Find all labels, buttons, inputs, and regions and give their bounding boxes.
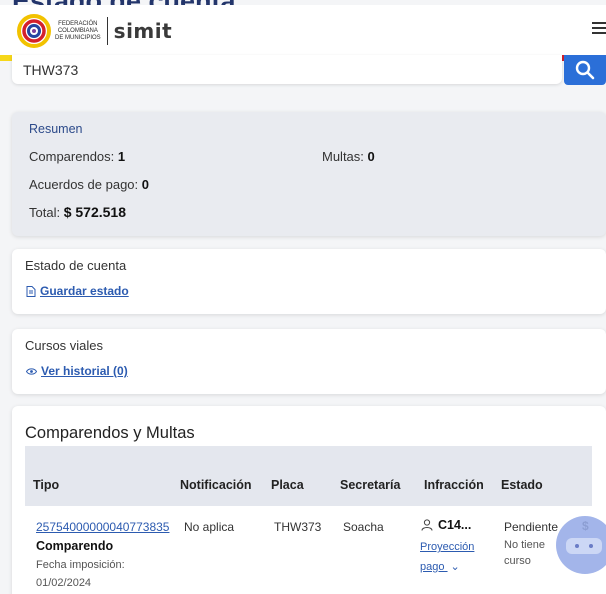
infraction-code[interactable]: C14... [421, 518, 471, 532]
search-button[interactable] [564, 55, 606, 85]
account-status-label: Estado de cuenta [25, 258, 127, 273]
plate-search-input[interactable] [12, 55, 562, 84]
logo-separator [106, 17, 108, 45]
view-history-link[interactable]: Ver historial (0) [26, 364, 128, 378]
plate-search-box [12, 55, 562, 84]
col-tipo: Tipo [33, 478, 60, 492]
course-status-1: No tiene [504, 539, 545, 551]
fines-table-title: Comparendos y Multas [25, 424, 195, 442]
table-header: Tipo Notificación Placa Secretaría Infra… [25, 446, 592, 506]
acuerdos-count: Acuerdos de pago: 0 [29, 177, 149, 192]
notification-status: No aplica [184, 520, 235, 534]
document-icon [26, 285, 36, 297]
account-status-card: Estado de cuenta Guardar estado [12, 249, 606, 314]
chat-assistant-button[interactable] [556, 516, 606, 574]
simit-brand: simit [113, 19, 173, 43]
col-estado: Estado [501, 478, 543, 492]
payment-projection-link-2[interactable]: pago ⌄ [420, 560, 460, 573]
summary-title: Resumen [29, 122, 83, 136]
fine-date-value: 01/02/2024 [36, 577, 92, 589]
fine-status: Pendiente [504, 520, 559, 534]
fine-date-label: Fecha imposición: [36, 559, 125, 571]
col-placa: Placa [271, 478, 304, 492]
fcm-logo-icon [17, 14, 51, 48]
save-status-link[interactable]: Guardar estado [26, 284, 129, 298]
fines-table-card: Comparendos y Multas Tipo Notificación P… [12, 406, 606, 594]
comparendos-count: Comparendos: 1 [29, 149, 126, 164]
total-amount: Total: $ 572.518 [29, 204, 126, 220]
eye-icon [26, 367, 37, 375]
summary-card: Resumen Comparendos: 1 Multas: 0 Acuerdo… [12, 112, 606, 236]
fcm-simit-logo[interactable]: FEDERACIÓN COLOMBIANA DE MUNICIPIOS simi… [17, 13, 172, 49]
secretaria-value: Soacha [343, 520, 384, 534]
chevron-down-icon: ⌄ [450, 561, 460, 573]
course-status-2: curso [504, 555, 531, 567]
fine-type: Comparendo [36, 539, 114, 553]
robot-icon [566, 538, 602, 554]
logo-org-name: FEDERACIÓN COLOMBIANA DE MUNICIPIOS [55, 20, 101, 41]
search-icon [575, 60, 595, 80]
col-infraccion: Infracción [424, 478, 484, 492]
plate-value: THW373 [274, 520, 322, 534]
col-secretaria: Secretaría [340, 478, 401, 492]
top-bar: FEDERACIÓN COLOMBIANA DE MUNICIPIOS simi… [0, 5, 606, 61]
user-icon [421, 519, 433, 531]
courses-label: Cursos viales [25, 338, 104, 353]
multas-count: Multas: 0 [322, 149, 375, 164]
hamburger-menu-icon[interactable] [592, 19, 606, 35]
payment-projection-link[interactable]: Proyección [420, 541, 474, 553]
col-notificacion: Notificación [180, 478, 252, 492]
courses-card: Cursos viales Ver historial (0) [12, 329, 606, 394]
fine-number-link[interactable]: 25754000000040773835 [36, 520, 169, 534]
